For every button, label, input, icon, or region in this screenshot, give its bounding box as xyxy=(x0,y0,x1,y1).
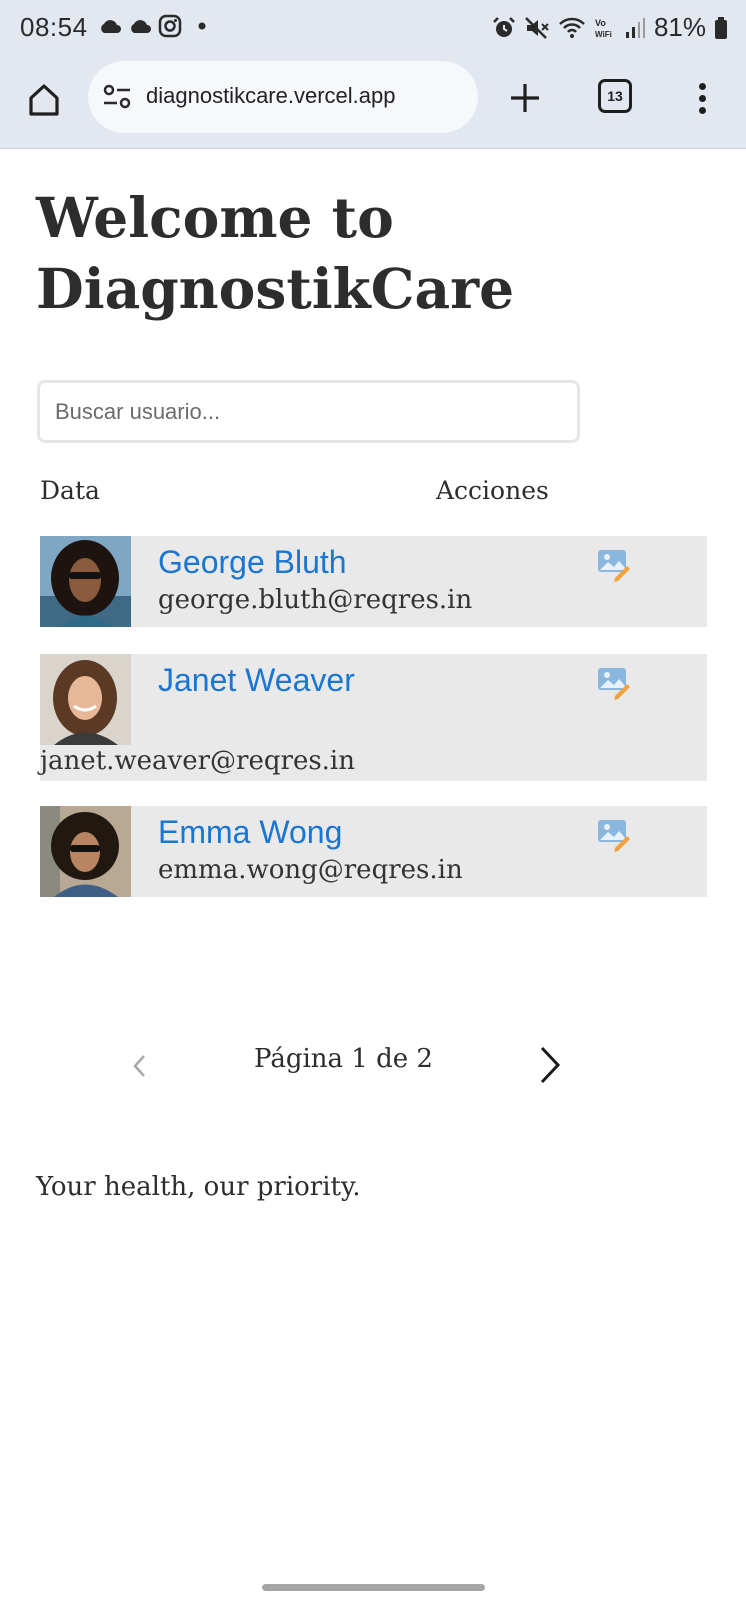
avatar xyxy=(40,806,131,897)
svg-text:WiFi: WiFi xyxy=(595,30,612,39)
address-bar[interactable]: diagnostikcare.vercel.app xyxy=(88,61,478,133)
edit-image-icon[interactable] xyxy=(596,664,632,700)
column-header-data: Data xyxy=(40,476,100,505)
browser-toolbar: diagnostikcare.vercel.app 13 xyxy=(0,56,746,149)
user-name[interactable]: George Bluth xyxy=(158,544,347,581)
edit-image-icon[interactable] xyxy=(596,546,632,582)
table-row: George Bluth george.bluth@reqres.in xyxy=(40,536,707,627)
next-page-button[interactable] xyxy=(534,1044,564,1086)
user-name[interactable]: Emma Wong xyxy=(158,814,342,851)
tab-count: 13 xyxy=(607,88,623,104)
tab-switcher-button[interactable]: 13 xyxy=(598,79,632,113)
gesture-navigation-bar[interactable] xyxy=(262,1584,485,1591)
page-title: Welcome to DiagnostikCare xyxy=(36,185,515,321)
footer-tagline: Your health, our priority. xyxy=(36,1172,361,1202)
avatar xyxy=(40,536,131,627)
table-row: Emma Wong emma.wong@reqres.in xyxy=(40,806,707,897)
battery-percentage: 81% xyxy=(653,12,706,42)
cloud-icon xyxy=(131,20,151,33)
home-button[interactable] xyxy=(22,78,66,122)
user-email: janet.weaver@reqres.in xyxy=(40,746,355,776)
instagram-icon xyxy=(158,14,182,38)
system-icons: Vo WiFi 81% xyxy=(492,12,728,43)
browser-menu-button[interactable] xyxy=(690,78,714,118)
plus-icon xyxy=(511,84,539,112)
battery-icon xyxy=(715,16,727,39)
previous-page-button[interactable] xyxy=(128,1050,152,1082)
mute-icon xyxy=(525,16,549,39)
home-icon xyxy=(29,84,59,116)
alarm-icon xyxy=(493,16,515,37)
cloud-icon xyxy=(101,20,121,33)
user-name[interactable]: Janet Weaver xyxy=(158,662,355,699)
page-indicator: Página 1 de 2 xyxy=(254,1044,433,1074)
url-text[interactable]: diagnostikcare.vercel.app xyxy=(146,83,395,109)
search-input[interactable] xyxy=(37,380,580,443)
status-bar: 08:54 Vo WiFi 81% xyxy=(0,0,746,56)
status-time: 08:54 xyxy=(20,12,88,42)
more-vert-icon xyxy=(698,82,706,90)
user-email: george.bluth@reqres.in xyxy=(158,585,473,615)
edit-image-icon[interactable] xyxy=(596,816,632,852)
avatar xyxy=(40,654,131,745)
svg-text:Vo: Vo xyxy=(595,18,606,28)
dot-icon xyxy=(198,22,206,30)
new-tab-button[interactable] xyxy=(505,78,545,118)
signal-icon xyxy=(625,17,645,38)
user-email: emma.wong@reqres.in xyxy=(158,855,463,885)
site-settings-icon[interactable] xyxy=(102,83,132,111)
column-header-actions: Acciones xyxy=(436,476,549,505)
notification-icons xyxy=(98,14,210,38)
vowifi-icon: Vo WiFi xyxy=(595,18,612,39)
wifi-icon xyxy=(559,17,585,38)
table-row: Janet Weaver janet.weaver@reqres.in xyxy=(40,654,707,781)
